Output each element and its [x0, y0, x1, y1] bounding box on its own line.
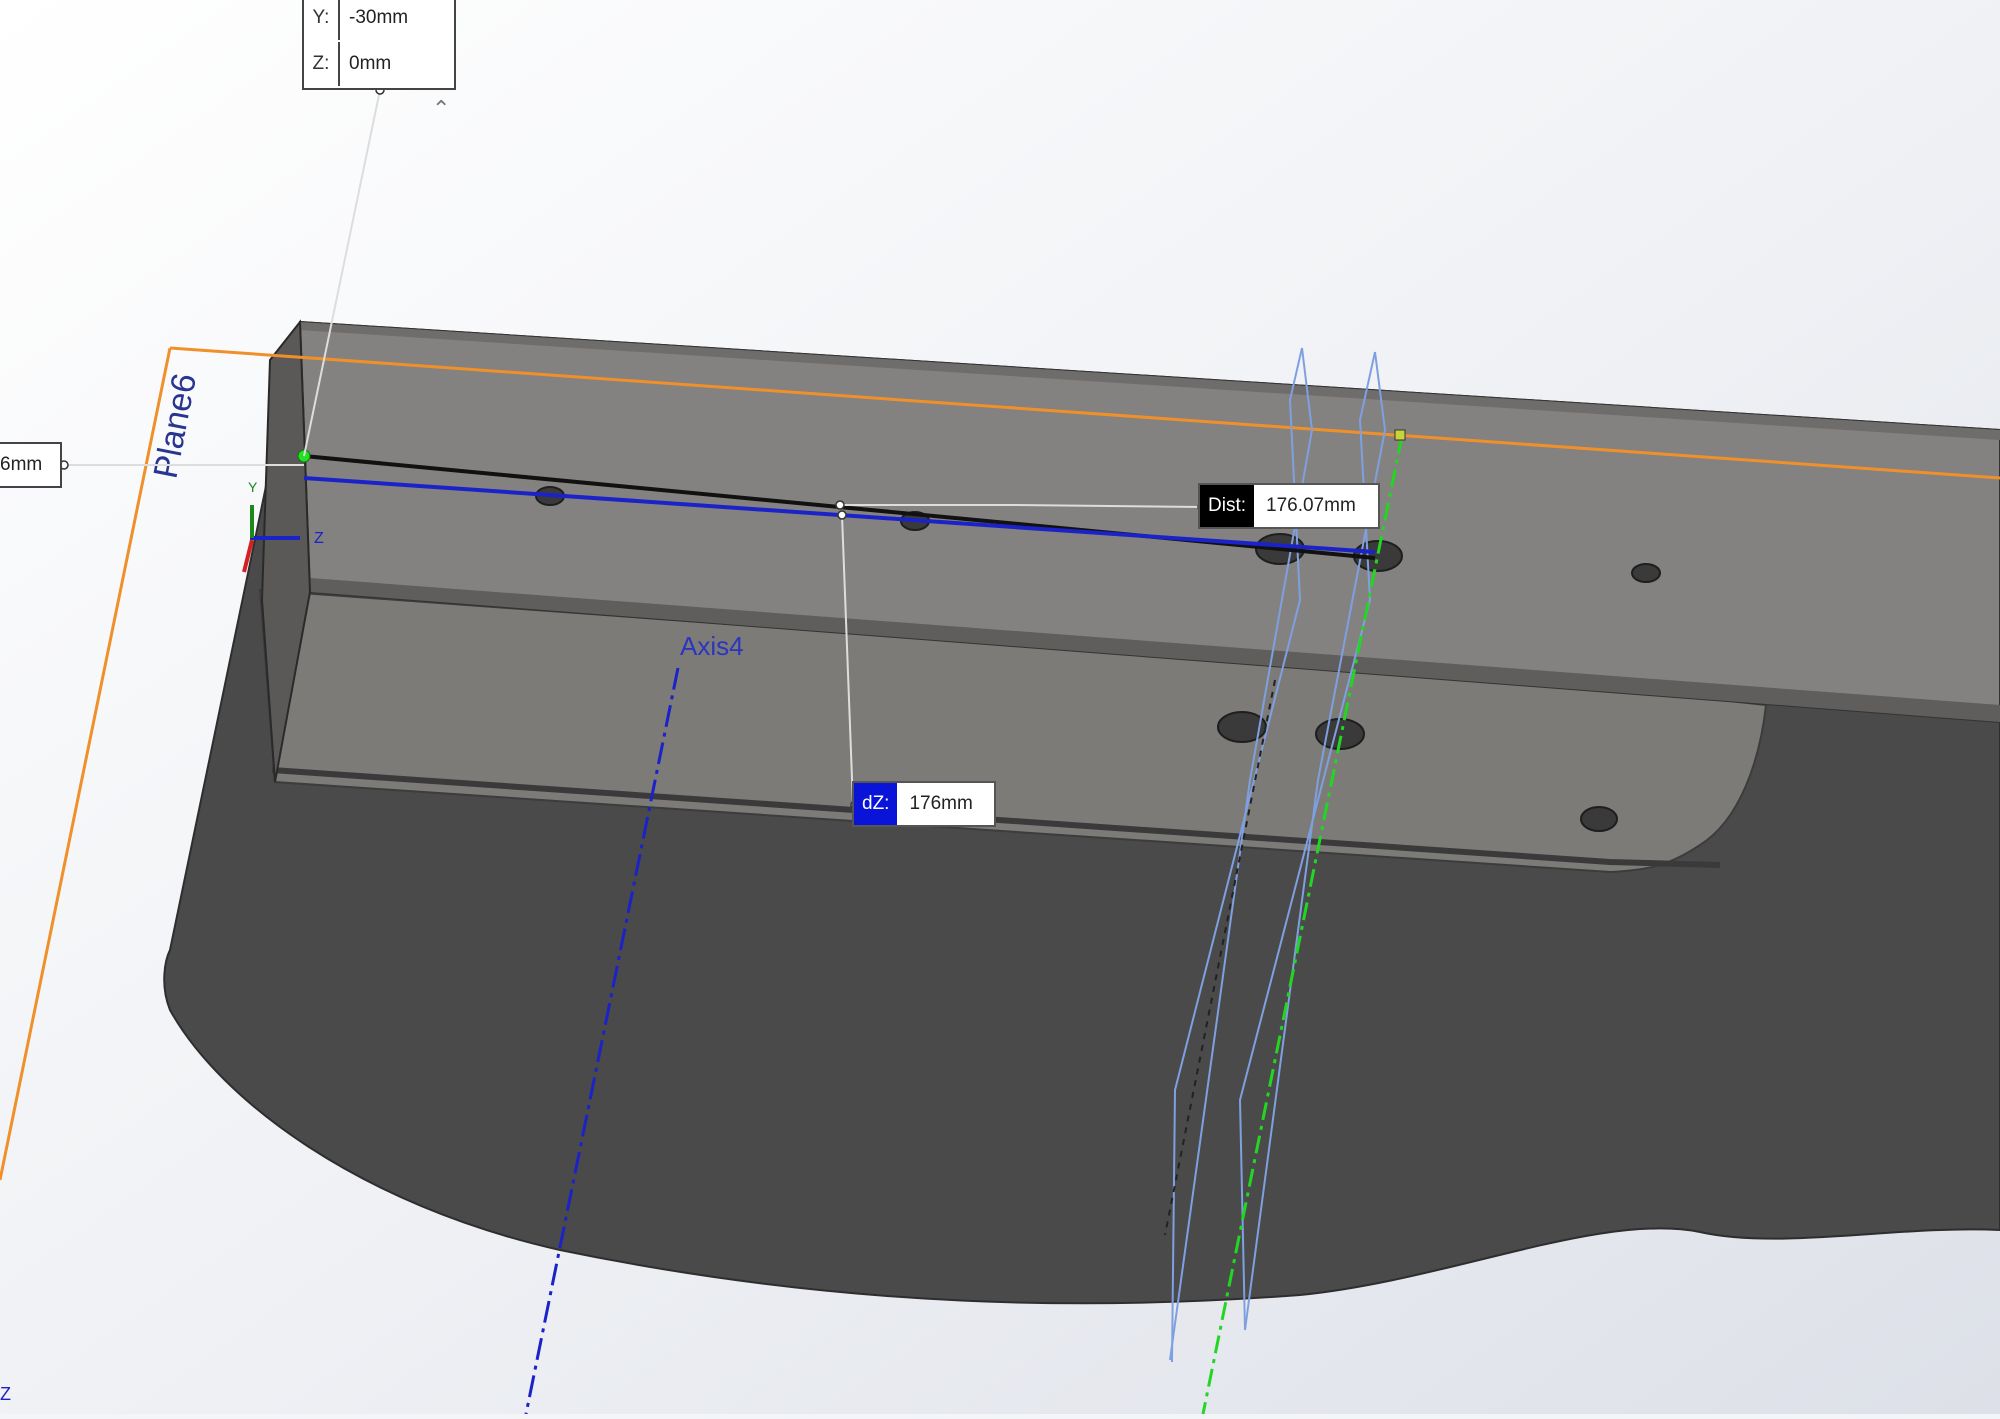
- triad-z-label: Z: [314, 530, 324, 547]
- coord-y-value: -30mm: [349, 7, 409, 28]
- dist-label: Dist:: [1200, 485, 1254, 527]
- triad-y-label: Y: [248, 479, 258, 495]
- collapse-chevron-icon[interactable]: ⌃: [432, 96, 450, 122]
- dz-label: dZ:: [854, 783, 898, 825]
- model-scene[interactable]: Plane6 Axis4 Y Z Z: [0, 0, 2000, 1415]
- dz-callout[interactable]: dZ: 176mm: [852, 781, 996, 827]
- corner-axis-label: Z: [0, 1384, 11, 1404]
- axis-endpoint[interactable]: [1394, 429, 1406, 441]
- axis4-label[interactable]: Axis4: [680, 631, 744, 661]
- coord-y-row: Y: -30mm: [304, 0, 454, 40]
- hole[interactable]: [1580, 806, 1618, 832]
- dist-value: 176.07mm: [1254, 485, 1368, 527]
- dz-value: 176mm: [897, 783, 985, 825]
- point-coordinate-callout[interactable]: Y: -30mm Z: 0mm: [302, 0, 456, 90]
- coord-y-key: Y:: [304, 0, 340, 40]
- graphics-viewport[interactable]: Plane6 Axis4 Y Z Z Y: -30mm Z: 0mm ⌃ 6mm…: [0, 0, 2000, 1415]
- hole[interactable]: [1631, 563, 1661, 583]
- coord-z-key: Z:: [304, 42, 340, 86]
- left-dimension-value: 6mm: [0, 454, 43, 475]
- left-dimension-callout[interactable]: 6mm: [0, 442, 62, 488]
- coord-z-row: Z: 0mm: [304, 42, 454, 86]
- coord-z-value: 0mm: [349, 53, 392, 74]
- dist-callout[interactable]: Dist: 176.07mm: [1198, 483, 1380, 529]
